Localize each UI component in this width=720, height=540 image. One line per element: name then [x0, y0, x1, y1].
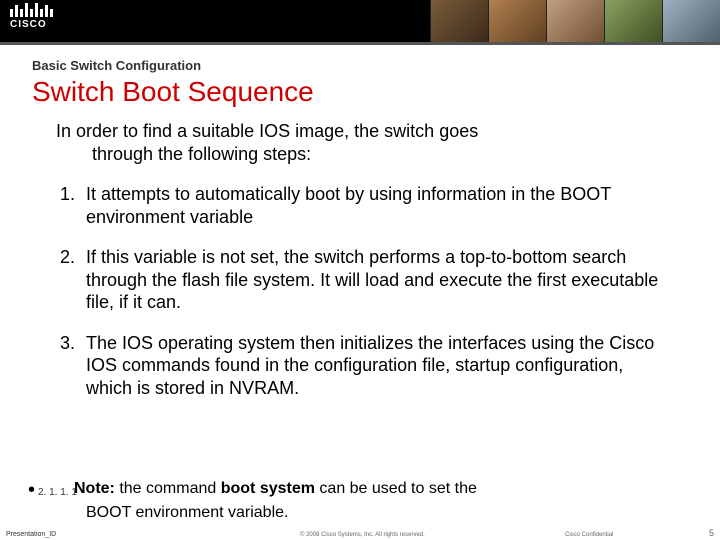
intro-line: In order to find a suitable IOS image, t…	[56, 121, 478, 141]
note-command: boot system	[221, 480, 315, 497]
top-bar-underline	[0, 42, 720, 45]
slide: CISCO Basic Switch Configuration Switch …	[0, 0, 720, 540]
version-tag: 2. 1. 1. 1	[38, 487, 77, 498]
top-bar: CISCO	[0, 0, 720, 42]
logo-text: CISCO	[10, 19, 53, 30]
step-item: The IOS operating system then initialize…	[80, 332, 671, 400]
step-item: If this variable is not set, the switch …	[80, 246, 671, 314]
header-photo	[488, 0, 546, 42]
header-photo	[430, 0, 488, 42]
header-photo	[546, 0, 604, 42]
note-text: can be used to set the	[315, 480, 477, 497]
bullet-icon: •	[28, 479, 35, 502]
cisco-logo: CISCO	[10, 3, 53, 30]
note-label: Note:	[74, 480, 115, 497]
intro-line: through the following steps:	[56, 144, 311, 164]
steps-list: It attempts to automatically boot by usi…	[56, 183, 671, 399]
photo-strip	[430, 0, 720, 42]
logo-bars-icon	[10, 3, 53, 17]
page-title: Switch Boot Sequence	[32, 76, 314, 108]
step-item: It attempts to automatically boot by usi…	[80, 183, 671, 228]
header-photo	[662, 0, 720, 42]
note-line-1: Note: the command boot system can be use…	[74, 480, 674, 498]
header-photo	[604, 0, 662, 42]
footer-copyright: © 2008 Cisco Systems, Inc. All rights re…	[300, 532, 425, 538]
footer-presentation-id: Presentation_ID	[6, 531, 56, 538]
section-label: Basic Switch Configuration	[32, 58, 201, 73]
body-content: In order to find a suitable IOS image, t…	[56, 120, 671, 417]
note-text: the command	[115, 480, 221, 497]
footer-confidential: Cisco Confidential	[565, 532, 613, 538]
page-number: 5	[709, 528, 714, 538]
note-line-2: BOOT environment variable.	[86, 504, 686, 522]
intro-text: In order to find a suitable IOS image, t…	[56, 120, 671, 165]
